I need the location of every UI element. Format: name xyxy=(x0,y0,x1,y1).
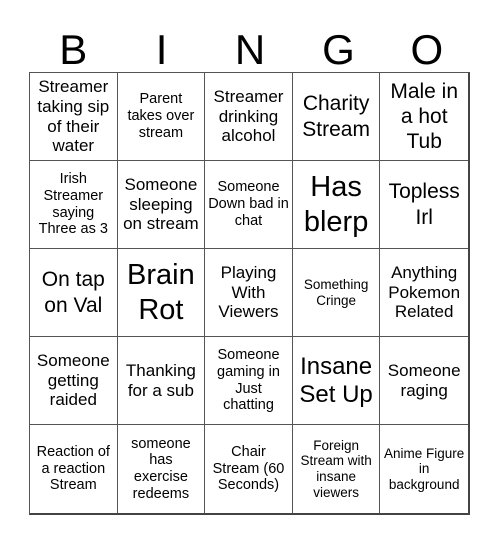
bingo-cell[interactable]: Someone getting raided xyxy=(30,337,118,425)
header-letter-o: O xyxy=(410,26,444,73)
header-letter-i: I xyxy=(155,26,168,73)
bingo-cell[interactable]: Foreign Stream with insane viewers xyxy=(293,425,381,513)
bingo-cell-text: Anything Pokemon Related xyxy=(388,263,461,322)
header-letter-n: N xyxy=(234,26,266,73)
bingo-cell-text: Someone sleeping on stream xyxy=(123,175,199,234)
bingo-cell-text: Someone gaming in Just chatting xyxy=(217,347,280,414)
bingo-cell-text: Someone getting raided xyxy=(36,351,110,410)
bingo-cell[interactable]: Chair Stream (60 Seconds) xyxy=(205,425,293,513)
bingo-cell[interactable]: Thanking for a sub xyxy=(117,337,206,425)
bingo-cell-text: Chair Stream (60 Seconds) xyxy=(212,443,285,494)
bingo-cell-text: Streamer drinking alcohol xyxy=(213,87,284,146)
bingo-cell[interactable]: Topless Irl xyxy=(380,161,468,249)
bingo-cell-text: Thanking for a sub xyxy=(125,360,196,400)
bingo-cell-text: Anime Figure in background xyxy=(384,445,465,492)
bingo-cell[interactable]: Streamer taking sip of their water xyxy=(30,73,118,161)
bingo-cell[interactable]: Parent takes over stream xyxy=(117,73,206,161)
bingo-cell-text: Playing With Viewers xyxy=(218,263,279,322)
bingo-cell-text: Insane Set Up xyxy=(299,352,373,408)
header-letter-b: B xyxy=(59,26,88,73)
bingo-cell[interactable]: On tap on Val xyxy=(30,249,118,337)
bingo-cell-text: Foreign Stream with insane viewers xyxy=(300,437,372,500)
bingo-cell[interactable]: Someone sleeping on stream xyxy=(117,161,206,249)
bingo-cell[interactable]: Reaction of a reaction Stream xyxy=(30,425,118,513)
bingo-cell-text: someone has exercise redeems xyxy=(131,435,191,502)
bingo-cell-text: Something Cringe xyxy=(303,276,369,308)
bingo-cell-text: Has blerp xyxy=(303,170,369,238)
bingo-cell[interactable]: Irish Streamer saying Three as 3 xyxy=(30,161,118,249)
bingo-cell-text: Topless Irl xyxy=(388,180,460,229)
bingo-cell[interactable]: Brain Rot xyxy=(117,249,206,337)
bingo-cell-text: Reaction of a reaction Stream xyxy=(36,443,110,494)
bingo-cell-text: Brain Rot xyxy=(127,258,195,326)
bingo-cell[interactable]: Someone raging xyxy=(380,337,468,425)
bingo-cell[interactable]: Insane Set Up xyxy=(292,337,381,425)
bingo-cell[interactable]: Anything Pokemon Related xyxy=(380,249,468,337)
bingo-cell-text: On tap on Val xyxy=(41,268,105,317)
bingo-cell[interactable]: Charity Stream xyxy=(292,73,381,161)
bingo-cell-text: Charity Stream xyxy=(302,92,370,141)
bingo-cell[interactable]: Anime Figure in background xyxy=(380,425,468,513)
bingo-cell[interactable]: someone has exercise redeems xyxy=(118,425,206,513)
bingo-cell-text: Someone Down bad in chat xyxy=(208,179,289,229)
bingo-cell[interactable]: Playing With Viewers xyxy=(205,249,293,337)
bingo-cell[interactable]: Something Cringe xyxy=(292,249,381,337)
header-letter-g: G xyxy=(322,26,355,73)
bingo-card-grid: Streamer taking sip of their water Parent… xyxy=(29,72,470,515)
bingo-cell[interactable]: Male in a hot Tub xyxy=(380,73,468,161)
bingo-cell-text: Someone raging xyxy=(387,360,461,400)
bingo-cell[interactable]: Streamer drinking alcohol xyxy=(205,73,293,161)
bingo-cell-text: Streamer taking sip of their water xyxy=(37,77,110,156)
bingo-cell[interactable]: Someone Down bad in chat xyxy=(205,161,293,249)
bingo-cell-text: Parent takes over stream xyxy=(127,91,195,141)
bingo-cell-text: Male in a hot Tub xyxy=(390,79,459,154)
bingo-header: B I N G O xyxy=(29,28,471,72)
bingo-cell-text: Irish Streamer saying Three as 3 xyxy=(38,171,108,238)
bingo-cell[interactable]: Someone gaming in Just chatting xyxy=(205,337,293,425)
bingo-cell[interactable]: Has blerp xyxy=(292,161,381,249)
